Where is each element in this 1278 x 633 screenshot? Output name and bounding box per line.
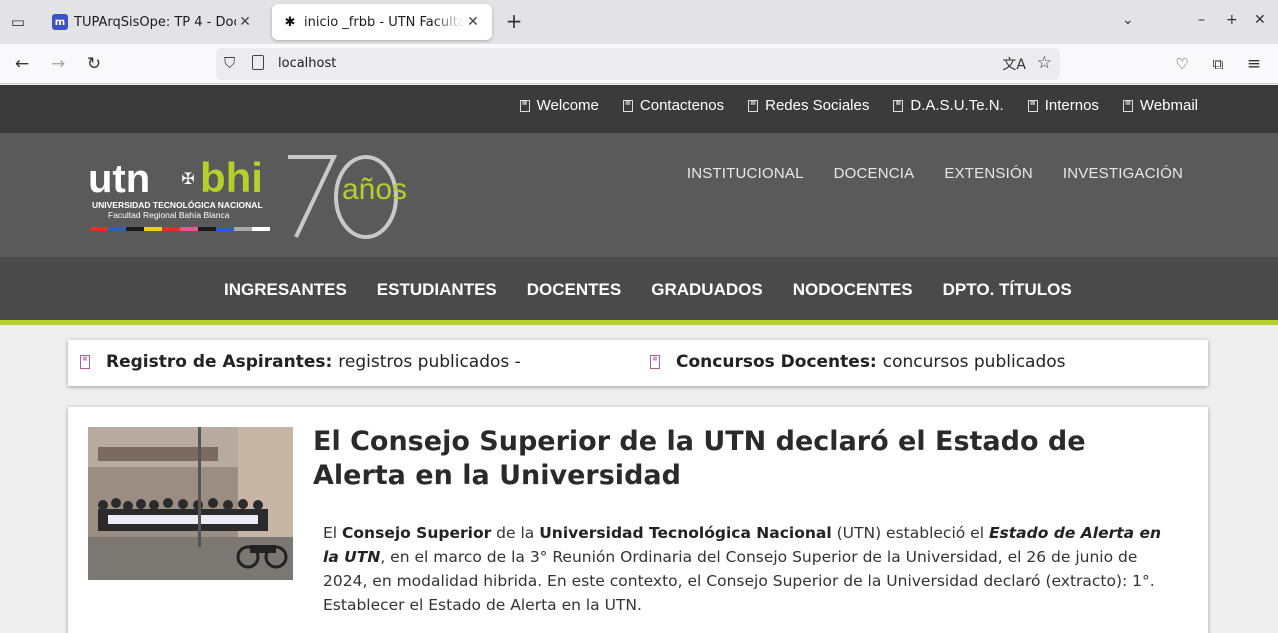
stripe-segment	[144, 227, 162, 231]
top-link-webmail[interactable]: ▦ Webmail	[1122, 97, 1198, 114]
main-nav: INSTITUCIONAL DOCENCIA EXTENSIÓN INVESTI…	[687, 165, 1183, 182]
utn-icon: ✱	[282, 14, 298, 30]
logo-bhi-text: bhi	[200, 154, 263, 201]
back-icon[interactable]: ←	[10, 52, 34, 76]
minimize-icon[interactable]: –	[1198, 12, 1205, 28]
broken-image-icon: ▦	[622, 99, 633, 112]
stripe-segment	[126, 227, 144, 231]
top-links-bar: ▦ Welcome ▦ Contactenos ▦ Redes Sociales ▦ D…	[0, 85, 1278, 133]
top-links: ▦ Welcome ▦ Contactenos ▦ Redes Sociales ▦ D…	[519, 97, 1198, 114]
nav-docencia[interactable]: DOCENCIA	[834, 165, 915, 182]
stripe-segment	[252, 227, 270, 231]
broken-image-icon: ▦	[519, 99, 530, 112]
notice-registro-aspirantes[interactable]: ▦ Registro de Aspirantes: registros publ…	[80, 352, 521, 372]
notice-text: concursos publicados	[882, 352, 1066, 372]
nav-extension[interactable]: EXTENSIÓN	[944, 165, 1032, 182]
logo-faculty-name: Facultad Regional Bahía Blanca	[108, 210, 230, 220]
broken-image-icon: ▦	[893, 99, 904, 112]
logo-university-name: UNIVERSIDAD TECNOLÓGICA NACIONAL	[92, 200, 263, 210]
secondary-nav: INGRESANTES ESTUDIANTES DOCENTES GRADUAD…	[0, 257, 1278, 325]
extensions-icon[interactable]: ⧉	[1206, 52, 1230, 76]
top-link-internos[interactable]: ▦ Internos	[1027, 97, 1099, 114]
notice-label: Concursos Docentes:	[676, 352, 877, 372]
browser-tab[interactable]: m TUPArqSisOpe: TP 4 - Docker ✕	[42, 4, 264, 40]
nav-ingresantes[interactable]: INGRESANTES	[224, 280, 347, 300]
nav-nodocentes[interactable]: NODOCENTES	[793, 280, 913, 300]
close-window-icon[interactable]: ✕	[1254, 12, 1266, 28]
logo-color-stripe	[90, 227, 270, 231]
top-link-redes-sociales[interactable]: ▦ Redes Sociales	[748, 97, 869, 114]
notice-bar: ▦ Registro de Aspirantes: registros publ…	[68, 340, 1208, 386]
site-logo[interactable]: utn ✠ bhi UNIVERSIDAD TECNOLÓGICA NACION…	[88, 151, 418, 243]
web-page: ▦ Welcome ▦ Contactenos ▦ Redes Sociales ▦ D…	[0, 85, 1278, 633]
tab-title: TUPArqSisOpe: TP 4 - Docker	[74, 14, 236, 30]
close-icon[interactable]: ✕	[464, 14, 482, 30]
article-photo[interactable]	[88, 427, 293, 580]
new-tab-icon[interactable]: +	[502, 10, 526, 34]
nav-docentes[interactable]: DOCENTES	[527, 280, 621, 300]
top-link-contactenos[interactable]: ▦ Contactenos	[622, 97, 724, 114]
star-icon[interactable]: ☆	[1037, 53, 1052, 73]
article-body: El Consejo Superior de la Universidad Te…	[323, 524, 1162, 614]
menu-icon[interactable]: ≡	[1242, 52, 1266, 76]
nav-estudiantes[interactable]: ESTUDIANTES	[377, 280, 497, 300]
stripe-segment	[180, 227, 198, 231]
top-link-dasuten[interactable]: ▦ D.A.S.U.Te.N.	[893, 97, 1004, 114]
page-icon	[252, 55, 264, 70]
broken-image-icon: ▦	[650, 355, 660, 369]
browser-nav-bar: ← → ↻ ⛉ localhost 文A ☆ ♡ ⧉ ≡	[0, 44, 1278, 84]
stripe-segment	[162, 227, 180, 231]
tab-title: inicio _frbb - UTN Facultad Regional Bah…	[304, 14, 464, 30]
notice-concursos-docentes[interactable]: ▦ Concursos Docentes: concursos publicad…	[650, 352, 1066, 372]
nav-institucional[interactable]: INSTITUCIONAL	[687, 165, 804, 182]
logo-anos-text: años	[342, 173, 408, 206]
pocket-icon[interactable]: ♡	[1170, 52, 1194, 76]
shield-icon[interactable]: ⛉	[224, 54, 235, 72]
stripe-segment	[198, 227, 216, 231]
browser-tab-bar: ▭ m TUPArqSisOpe: TP 4 - Docker ✕ ✱ inic…	[0, 0, 1278, 44]
notice-label: Registro de Aspirantes:	[106, 352, 333, 372]
reload-icon[interactable]: ↻	[82, 52, 106, 76]
site-header: utn ✠ bhi UNIVERSIDAD TECNOLÓGICA NACION…	[0, 133, 1278, 257]
broken-image-icon: ▦	[748, 99, 759, 112]
notice-text: registros publicados -	[338, 352, 521, 372]
chevron-down-icon[interactable]: ⌄	[1122, 12, 1134, 28]
browser-tab-active[interactable]: ✱ inicio _frbb - UTN Facultad Regional B…	[272, 4, 492, 40]
maximize-icon[interactable]: +	[1226, 12, 1238, 28]
nav-dpto-titulos[interactable]: DPTO. TÍTULOS	[943, 280, 1072, 300]
close-icon[interactable]: ✕	[236, 14, 254, 30]
m-icon: m	[52, 14, 68, 30]
top-link-welcome[interactable]: ▦ Welcome	[519, 97, 599, 114]
broken-image-icon: ▦	[80, 355, 90, 369]
stripe-segment	[216, 227, 234, 231]
logo-utn-text: utn	[88, 157, 151, 201]
tab-list-icon[interactable]: ▭	[6, 10, 30, 34]
stripe-segment	[90, 227, 108, 231]
article-title[interactable]: El Consejo Superior de la UTN declaró el…	[313, 425, 1173, 493]
forward-icon[interactable]: →	[46, 52, 70, 76]
broken-image-icon: ▦	[1122, 99, 1133, 112]
url-text[interactable]: localhost	[278, 56, 336, 71]
broken-image-icon: ▦	[1027, 99, 1038, 112]
news-article: El Consejo Superior de la UTN declaró el…	[68, 407, 1208, 633]
nav-graduados[interactable]: GRADUADOS	[651, 280, 762, 300]
stripe-segment	[234, 227, 252, 231]
nav-investigacion[interactable]: INVESTIGACIÓN	[1063, 165, 1183, 182]
translate-icon[interactable]: 文A	[1002, 54, 1026, 74]
stripe-segment	[108, 227, 126, 231]
protest-photo	[88, 427, 293, 580]
utn-cross-icon: ✠	[181, 169, 195, 188]
url-bar[interactable]: ⛉ localhost 文A ☆	[216, 48, 1060, 80]
